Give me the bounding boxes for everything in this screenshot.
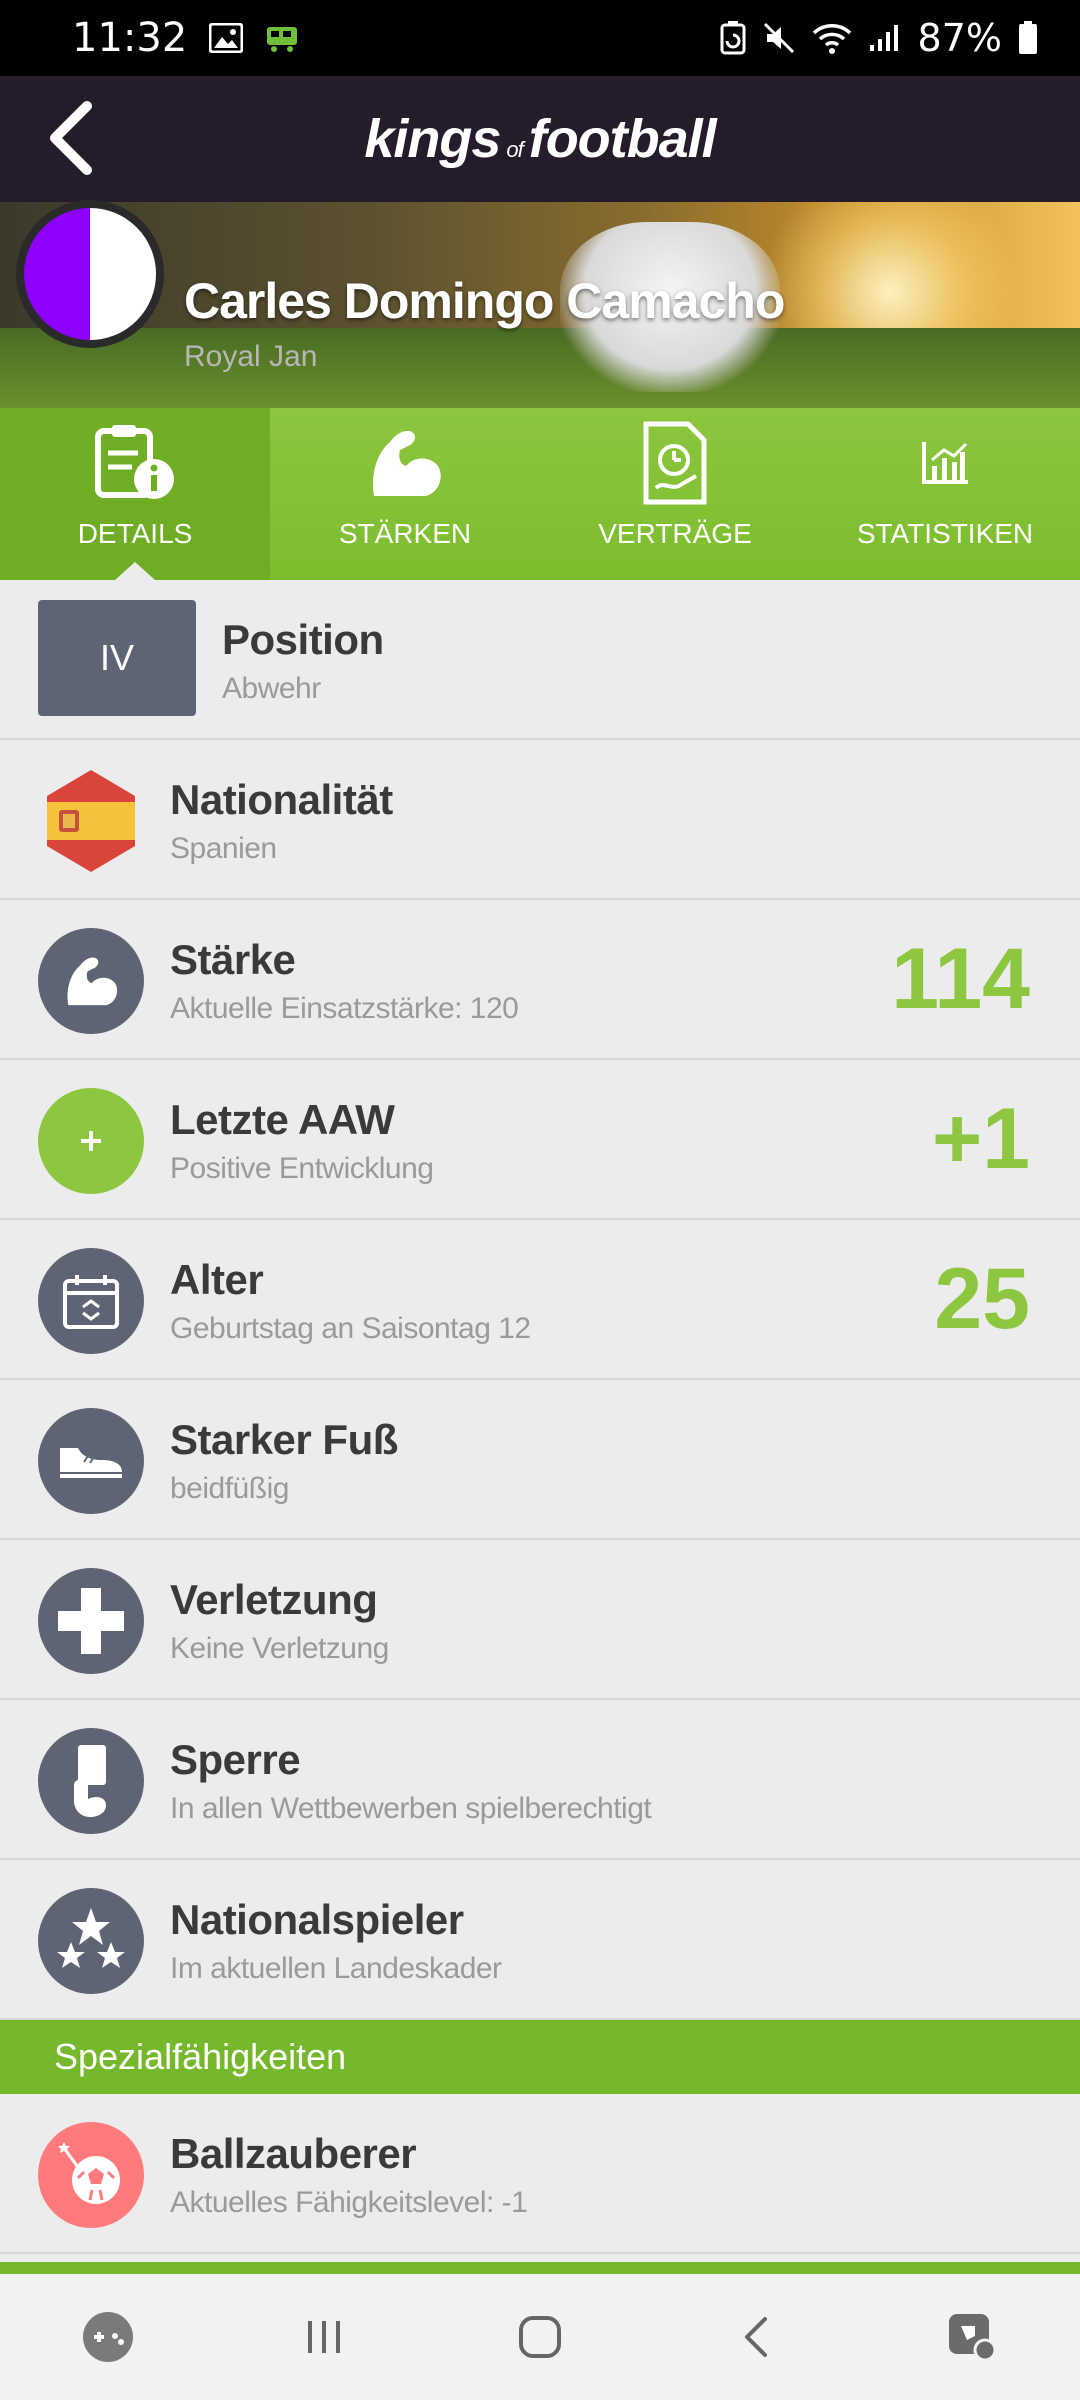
tab-staerken[interactable]: STÄRKEN xyxy=(270,408,540,580)
row-subtitle: Geburtstag an Saisontag 12 xyxy=(170,1312,531,1345)
row-subtitle: Abwehr xyxy=(222,672,321,705)
status-time: 11:32 xyxy=(72,15,188,61)
row-subtitle: Positive Entwicklung xyxy=(170,1152,434,1185)
signal-icon xyxy=(868,23,902,53)
row-title: Sperre xyxy=(170,1736,301,1783)
stars-icon xyxy=(38,1888,144,1994)
assistant-icon[interactable] xyxy=(927,2292,1017,2382)
tab-statistiken-label: STATISTIKEN xyxy=(856,518,1034,549)
train-icon xyxy=(265,23,299,53)
logo-football: football xyxy=(528,109,717,169)
app-logo: kings of football xyxy=(364,108,717,170)
club-badge xyxy=(16,200,164,348)
row-nationality: Nationalität Spanien xyxy=(0,740,1080,900)
details-list: IV Position Abwehr Nationalität Spanien … xyxy=(0,580,1080,2254)
age-value: 25 xyxy=(934,1251,1030,1347)
tab-vertraege[interactable]: VERTRÄGE xyxy=(540,408,810,580)
battery-percent: 87% xyxy=(917,16,1002,60)
boot-icon xyxy=(38,1408,144,1514)
spain-flag-icon xyxy=(38,768,144,874)
row-injury: Verletzung Keine Verletzung xyxy=(0,1540,1080,1700)
tab-staerken-label: STÄRKEN xyxy=(338,518,472,549)
bottom-accent-line xyxy=(0,2262,1080,2274)
medical-cross-icon xyxy=(38,1568,144,1674)
pitch-grass xyxy=(0,328,1080,408)
row-title: Nationalspieler xyxy=(170,1896,464,1943)
logo-kings: kings xyxy=(364,109,501,169)
contract-icon xyxy=(638,420,712,506)
back-icon[interactable] xyxy=(711,2292,801,2382)
row-age: Alter Geburtstag an Saisontag 12 25 xyxy=(0,1220,1080,1380)
battery-icon xyxy=(1018,21,1038,55)
back-arrow-icon[interactable] xyxy=(30,98,110,178)
battery-saver-icon xyxy=(720,21,746,55)
row-strong-foot: Starker Fuß beidfüßig xyxy=(0,1380,1080,1540)
image-icon xyxy=(209,23,244,53)
tab-vertraege-label: VERTRÄGE xyxy=(598,518,752,549)
screen: 11:32 87% kings of football Carles Domin… xyxy=(0,0,1080,2400)
tab-statistiken[interactable]: STATISTIKEN xyxy=(810,408,1080,580)
card-icon xyxy=(38,1728,144,1834)
wifi-icon xyxy=(812,21,852,55)
row-title: Ballzauberer xyxy=(170,2130,417,2177)
active-tab-indicator xyxy=(115,562,155,580)
details-icon xyxy=(92,420,178,506)
row-subtitle: beidfüßig xyxy=(170,1472,289,1505)
position-badge: IV xyxy=(38,600,196,716)
row-suspension: Sperre In allen Wettbewerben spielberech… xyxy=(0,1700,1080,1860)
row-subtitle: Im aktuellen Landeskader xyxy=(170,1952,502,1985)
game-launcher-icon[interactable] xyxy=(63,2292,153,2382)
calendar-icon xyxy=(38,1248,144,1354)
special-skills-header: Spezialfähigkeiten xyxy=(0,2020,1080,2094)
mute-icon xyxy=(762,21,796,55)
tab-details-label: DETAILS xyxy=(77,518,193,549)
row-subtitle: Aktuelle Einsatzstärke: 120 xyxy=(170,992,519,1025)
row-subtitle: Keine Verletzung xyxy=(170,1632,389,1665)
player-name: Carles Domingo Camacho xyxy=(184,273,785,329)
row-strength: Stärke Aktuelle Einsatzstärke: 120 114 xyxy=(0,900,1080,1060)
muscle-icon xyxy=(364,420,446,506)
row-title: Position xyxy=(222,616,384,663)
recents-icon[interactable] xyxy=(279,2292,369,2382)
row-subtitle: In allen Wettbewerben spielberechtigt xyxy=(170,1792,652,1825)
muscle-icon xyxy=(38,928,144,1034)
tab-bar: DETAILS STÄRKEN VERTRÄGE STATISTIKEN xyxy=(0,408,1080,580)
row-position: IV Position Abwehr xyxy=(0,580,1080,740)
row-title: Letzte AAW xyxy=(170,1096,395,1143)
row-title: Nationalität xyxy=(170,776,393,823)
aaw-value: +1 xyxy=(931,1091,1030,1187)
plus-icon xyxy=(38,1088,144,1194)
row-last-aaw: Letzte AAW Positive Entwicklung +1 xyxy=(0,1060,1080,1220)
row-subtitle: Spanien xyxy=(170,832,277,865)
chart-icon xyxy=(920,420,970,506)
magic-ball-icon xyxy=(38,2122,144,2228)
row-title: Alter xyxy=(170,1256,264,1303)
strength-value: 114 xyxy=(891,931,1030,1027)
club-name[interactable]: Royal Jan xyxy=(184,340,317,374)
row-national-player: Nationalspieler Im aktuellen Landeskader xyxy=(0,1860,1080,2020)
app-header: kings of football xyxy=(0,76,1080,202)
row-title: Starker Fuß xyxy=(170,1416,398,1463)
tab-details[interactable]: DETAILS xyxy=(0,408,270,580)
row-skill[interactable]: Ballzauberer Aktuelles Fähigkeitslevel: … xyxy=(0,2094,1080,2254)
status-bar: 11:32 87% xyxy=(0,0,1080,76)
logo-of: of xyxy=(506,137,523,162)
home-icon[interactable] xyxy=(495,2292,585,2382)
system-nav-bar xyxy=(0,2274,1080,2400)
row-subtitle: Aktuelles Fähigkeitslevel: -1 xyxy=(170,2186,528,2219)
row-title: Stärke xyxy=(170,936,296,983)
row-title: Verletzung xyxy=(170,1576,378,1623)
